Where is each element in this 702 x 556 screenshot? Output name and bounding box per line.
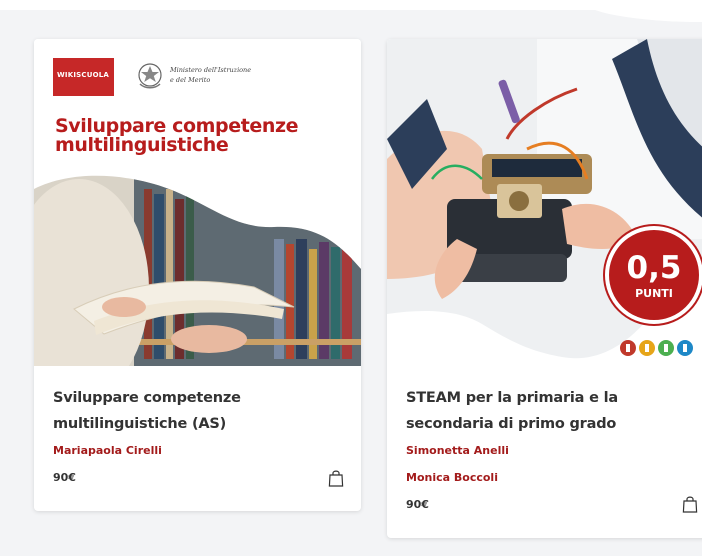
card-body: Sviluppare competenze multilinguistiche … [53, 385, 347, 486]
shopping-bag-icon[interactable] [682, 495, 698, 513]
course-title[interactable]: STEAM per la primaria e la secondaria di… [406, 385, 702, 437]
shopping-bag-icon[interactable] [328, 469, 344, 487]
points-badge-unit: PUNTI [635, 287, 673, 300]
course-cover-image[interactable]: 0,5 PUNTI [387, 39, 702, 366]
miur-logo-icon [620, 340, 693, 356]
course-card[interactable]: 0,5 PUNTI STEAM per la primaria e la sec… [387, 39, 702, 538]
course-title[interactable]: Sviluppare competenze multilinguistiche … [53, 385, 347, 437]
italian-republic-emblem-icon [138, 63, 162, 89]
card-body: STEAM per la primaria e la secondaria di… [406, 385, 702, 513]
course-author[interactable]: Mariapaola Cirelli [53, 443, 347, 459]
page-header-edge [0, 0, 702, 22]
course-card[interactable]: WIKISCUOLA Ministero dell'Istruzione e d… [34, 39, 361, 511]
course-cover-image[interactable]: WIKISCUOLA Ministero dell'Istruzione e d… [34, 39, 361, 366]
course-author[interactable]: Monica Boccoli [406, 470, 702, 486]
wikiscuola-logo-text: WIKISCUOLA [57, 71, 110, 79]
wikiscuola-logo: WIKISCUOLA [53, 58, 114, 96]
course-price: 90€ [53, 471, 76, 484]
cover-title: Sviluppare competenze multilinguistiche [55, 115, 299, 156]
points-badge: 0,5 PUNTI [605, 226, 702, 324]
course-author[interactable]: Simonetta Anelli [406, 443, 702, 459]
ministry-name: Ministero dell'Istruzione e del Merito [170, 66, 252, 84]
points-badge-value: 0,5 [626, 250, 682, 286]
course-price: 90€ [406, 498, 429, 511]
